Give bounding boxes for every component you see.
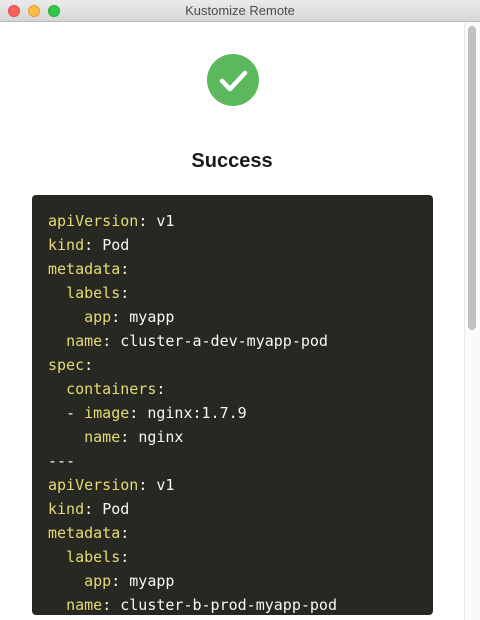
- yaml-key: name: [66, 332, 103, 350]
- yaml-line: name: cluster-a-dev-myapp-pod: [48, 329, 417, 353]
- yaml-line: app: myapp: [48, 569, 417, 593]
- yaml-indent: [48, 572, 84, 590]
- yaml-line: metadata:: [48, 257, 417, 281]
- yaml-key: image: [84, 404, 130, 422]
- yaml-separator: :: [111, 308, 130, 326]
- yaml-line: name: nginx: [48, 425, 417, 449]
- yaml-separator: :: [156, 380, 166, 398]
- yaml-line: metadata:: [48, 521, 417, 545]
- success-checkmark-icon: [207, 54, 259, 106]
- yaml-line: kind: Pod: [48, 497, 417, 521]
- yaml-key: kind: [48, 236, 85, 254]
- yaml-value: ---: [48, 452, 76, 470]
- checkmark-icon: [219, 70, 248, 92]
- yaml-key: name: [66, 596, 103, 614]
- yaml-value: Pod: [102, 500, 130, 518]
- yaml-indent: [48, 284, 66, 302]
- yaml-line: apiVersion: v1: [48, 209, 417, 233]
- yaml-line: app: myapp: [48, 305, 417, 329]
- yaml-separator: :: [111, 572, 130, 590]
- yaml-key: metadata: [48, 260, 121, 278]
- yaml-output-block[interactable]: apiVersion: v1 kind: Pod metadata: labels:…: [32, 195, 433, 615]
- yaml-key: kind: [48, 500, 85, 518]
- scrollbar-thumb[interactable]: [468, 26, 476, 330]
- yaml-key: apiVersion: [48, 476, 139, 494]
- yaml-indent: -: [48, 404, 85, 422]
- yaml-separator: :: [129, 404, 148, 422]
- yaml-value: myapp: [129, 572, 175, 590]
- yaml-separator: :: [120, 260, 130, 278]
- yaml-separator: :: [138, 476, 157, 494]
- title-bar: Kustomize Remote: [0, 0, 480, 22]
- yaml-value: cluster-a-dev-myapp-pod: [120, 332, 328, 350]
- yaml-key: spec: [48, 356, 85, 374]
- yaml-line: labels:: [48, 545, 417, 569]
- yaml-value: nginx: [138, 428, 184, 446]
- yaml-separator: :: [120, 524, 130, 542]
- yaml-line: ---: [48, 449, 417, 473]
- yaml-key: metadata: [48, 524, 121, 542]
- yaml-value: nginx:1.7.9: [147, 404, 247, 422]
- yaml-line: labels:: [48, 281, 417, 305]
- window-title: Kustomize Remote: [185, 3, 295, 18]
- yaml-separator: :: [102, 596, 121, 614]
- yaml-separator: :: [120, 548, 130, 566]
- yaml-indent: [48, 308, 84, 326]
- yaml-line: kind: Pod: [48, 233, 417, 257]
- yaml-key: labels: [66, 284, 121, 302]
- yaml-value: v1: [156, 212, 175, 230]
- yaml-indent: [48, 380, 66, 398]
- yaml-line: apiVersion: v1: [48, 473, 417, 497]
- yaml-key: containers: [66, 380, 157, 398]
- yaml-line: containers:: [48, 377, 417, 401]
- yaml-key: labels: [66, 548, 121, 566]
- yaml-separator: :: [102, 332, 121, 350]
- yaml-line: name: cluster-b-prod-myapp-pod: [48, 593, 417, 615]
- yaml-indent: [48, 332, 66, 350]
- yaml-value: Pod: [102, 236, 130, 254]
- yaml-value: myapp: [129, 308, 175, 326]
- yaml-separator: :: [84, 500, 103, 518]
- yaml-key: apiVersion: [48, 212, 139, 230]
- yaml-indent: [48, 428, 84, 446]
- yaml-separator: :: [84, 356, 94, 374]
- yaml-line: spec:: [48, 353, 417, 377]
- yaml-separator: :: [120, 428, 139, 446]
- success-heading: Success: [191, 150, 273, 172]
- yaml-key: app: [84, 572, 112, 590]
- yaml-line: - image: nginx:1.7.9: [48, 401, 417, 425]
- yaml-value: v1: [156, 476, 175, 494]
- yaml-separator: :: [138, 212, 157, 230]
- yaml-indent: [48, 548, 66, 566]
- yaml-separator: :: [84, 236, 103, 254]
- yaml-key: name: [84, 428, 121, 446]
- yaml-key: app: [84, 308, 112, 326]
- yaml-separator: :: [120, 284, 130, 302]
- yaml-value: cluster-b-prod-myapp-pod: [120, 596, 337, 614]
- yaml-indent: [48, 596, 66, 614]
